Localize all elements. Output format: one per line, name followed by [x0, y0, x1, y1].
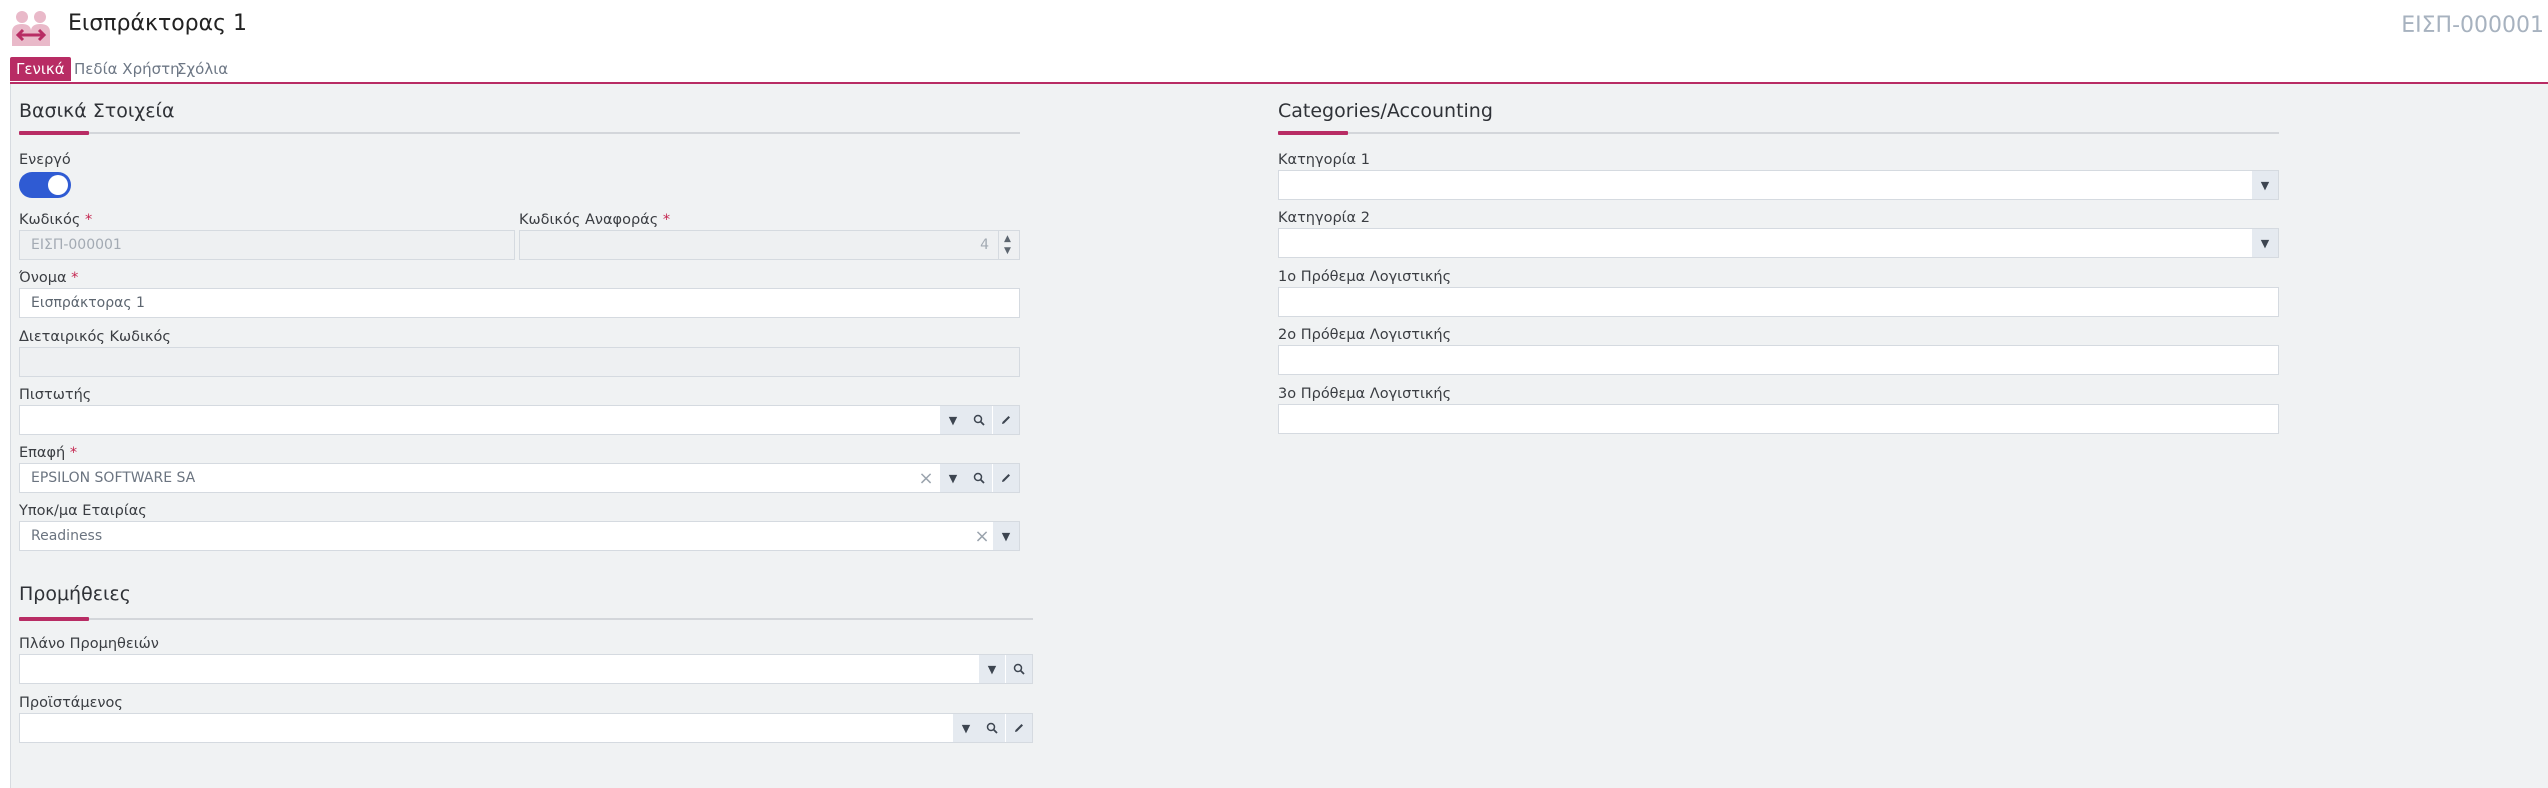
code-label: Κωδικός * [19, 212, 93, 228]
active-toggle[interactable] [19, 172, 71, 198]
edit-icon[interactable] [1006, 714, 1032, 742]
section-divider-basic [19, 131, 1020, 135]
search-icon[interactable] [966, 406, 992, 434]
category1-label: Κατηγορία 1 [1278, 152, 1370, 168]
contact-field[interactable]: EPSILON SOFTWARE SA × ▼ [19, 463, 1020, 493]
edit-icon[interactable] [993, 464, 1019, 492]
creditor-field[interactable]: ▼ [19, 405, 1020, 435]
search-icon[interactable] [979, 714, 1005, 742]
edit-icon[interactable] [993, 406, 1019, 434]
section-title-categories: Categories/Accounting [1278, 100, 1493, 122]
category2-label: Κατηγορία 2 [1278, 210, 1370, 226]
prefix3-label: 3ο Πρόθεμα Λογιστικής [1278, 386, 1452, 402]
tab-general[interactable]: Γενικά [10, 57, 71, 81]
contact-value: EPSILON SOFTWARE SA [31, 470, 196, 486]
chevron-down-icon[interactable]: ▼ [993, 522, 1019, 550]
code-field[interactable]: ΕΙΣΠ-000001 [19, 230, 515, 260]
search-icon[interactable] [1006, 655, 1032, 683]
prefix2-label: 2ο Πρόθεμα Λογιστικής [1278, 327, 1452, 343]
code-value: ΕΙΣΠ-000001 [31, 237, 122, 253]
name-field[interactable]: Εισπράκτορας 1 [19, 288, 1020, 318]
section-divider-commissions [19, 617, 1033, 621]
chevron-down-icon[interactable]: ▼ [940, 464, 966, 492]
form-content: Βασικά Στοιχεία Ενεργό Κωδικός * ΕΙΣΠ-00… [10, 84, 2548, 788]
spin-up-icon[interactable]: ▲ [1004, 234, 1011, 244]
chevron-down-icon[interactable]: ▼ [979, 655, 1005, 683]
chevron-down-icon[interactable]: ▼ [2252, 229, 2278, 257]
branch-label: Υποκ/μα Εταιρίας [19, 503, 147, 519]
ref-code-stepper[interactable]: ▲ ▼ [998, 231, 1019, 259]
section-title-commissions: Προμήθειες [19, 583, 131, 605]
tab-comments[interactable]: Σχόλια [177, 57, 228, 81]
header-bar: Εισπράκτορας 1 ΕΙΣΠ-000001 [0, 0, 2548, 50]
chevron-down-icon[interactable]: ▼ [953, 714, 979, 742]
category1-field[interactable]: ▼ [1278, 170, 2279, 200]
active-label: Ενεργό [19, 152, 71, 168]
name-label: Όνομα * [19, 270, 79, 286]
clear-icon[interactable]: × [973, 525, 991, 547]
tab-user-fields[interactable]: Πεδία Χρήστη [74, 57, 180, 81]
contact-label: Επαφή * [19, 445, 78, 461]
people-exchange-icon [12, 11, 50, 46]
category2-field[interactable]: ▼ [1278, 228, 2279, 258]
commission-plan-label: Πλάνο Προμηθειών [19, 636, 159, 652]
chevron-down-icon[interactable]: ▼ [940, 406, 966, 434]
ref-code-field[interactable]: 4 ▲ ▼ [519, 230, 1020, 260]
section-accent [19, 617, 89, 621]
branch-value: Readiness [31, 528, 103, 544]
section-accent [1278, 131, 1348, 135]
supervisor-field[interactable]: ▼ [19, 713, 1033, 743]
ref-code-label: Κωδικός Αναφοράς * [519, 212, 671, 228]
section-title-basic: Βασικά Στοιχεία [19, 100, 175, 122]
prefix1-field[interactable] [1278, 287, 2279, 317]
intl-code-field[interactable] [19, 347, 1020, 377]
spin-down-icon[interactable]: ▼ [1004, 246, 1011, 256]
clear-icon[interactable]: × [917, 467, 935, 489]
section-divider-categories [1278, 131, 2279, 135]
creditor-label: Πιστωτής [19, 387, 92, 403]
record-code: ΕΙΣΠ-000001 [2401, 13, 2544, 38]
prefix1-label: 1ο Πρόθεμα Λογιστικής [1278, 269, 1452, 285]
section-accent [19, 131, 89, 135]
name-value: Εισπράκτορας 1 [31, 295, 145, 311]
chevron-down-icon[interactable]: ▼ [2252, 171, 2278, 199]
search-icon[interactable] [966, 464, 992, 492]
branch-field[interactable]: Readiness × ▼ [19, 521, 1020, 551]
supervisor-label: Προϊστάμενος [19, 695, 123, 711]
prefix3-field[interactable] [1278, 404, 2279, 434]
prefix2-field[interactable] [1278, 345, 2279, 375]
commission-plan-field[interactable]: ▼ [19, 654, 1033, 684]
ref-code-value: 4 [980, 237, 989, 253]
intl-code-label: Διεταιρικός Κωδικός [19, 329, 171, 345]
page-title: Εισπράκτορας 1 [68, 11, 248, 36]
